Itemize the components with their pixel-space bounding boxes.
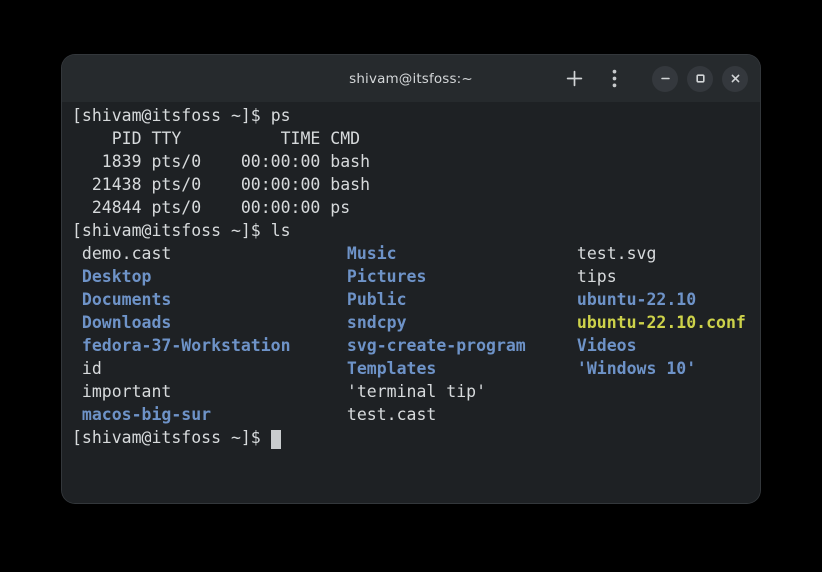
ls-entry: id <box>72 357 102 380</box>
ls-entry-name: Public <box>337 290 407 309</box>
ls-entry: Downloads <box>72 311 171 334</box>
ls-entry: svg-create-program <box>337 334 526 357</box>
ls-entry-name: ubuntu-22.10 <box>567 290 696 309</box>
terminal-output-line: 21438 pts/0 00:00:00 bash <box>72 173 370 196</box>
ls-entry-name: fedora-37-Workstation <box>72 336 291 355</box>
ls-entry: ubuntu-22.10 <box>567 288 696 311</box>
window-titlebar[interactable]: shivam@itsfoss:~ <box>62 55 760 102</box>
overflow-menu-button[interactable] <box>597 62 631 96</box>
command-text: ps <box>271 106 291 125</box>
ls-entry: Videos <box>567 334 637 357</box>
ls-entry: ubuntu-22.10.conf <box>567 311 746 334</box>
ls-entry: test.svg <box>567 242 656 265</box>
ls-entry: fedora-37-Workstation <box>72 334 291 357</box>
ls-entry: Desktop <box>72 265 151 288</box>
ls-entry-name: demo.cast <box>72 244 171 263</box>
close-icon <box>729 72 742 85</box>
titlebar-actions <box>557 55 748 102</box>
maximize-icon <box>694 72 707 85</box>
ls-entry-name: sndcpy <box>337 313 407 332</box>
new-tab-button[interactable] <box>557 62 591 96</box>
prompt-text: [shivam@itsfoss ~]$ <box>72 221 271 240</box>
ls-entry: 'terminal tip' <box>337 380 486 403</box>
terminal-prompt-line: [shivam@itsfoss ~]$ ls <box>72 219 291 242</box>
terminal-window: shivam@itsfoss:~ <box>62 55 760 503</box>
ls-entry-name: test.cast <box>337 405 436 424</box>
terminal-active-prompt-line[interactable]: [shivam@itsfoss ~]$ <box>72 426 281 449</box>
ls-entry-name: svg-create-program <box>337 336 526 355</box>
terminal-output-area[interactable]: [shivam@itsfoss ~]$ ps PID TTY TIME CMD … <box>62 102 760 503</box>
ls-entry: demo.cast <box>72 242 171 265</box>
close-button[interactable] <box>722 66 748 92</box>
screen: shivam@itsfoss:~ <box>0 0 822 572</box>
ls-entry: important <box>72 380 171 403</box>
ls-entry: 'Windows 10' <box>567 357 696 380</box>
ls-entry: Music <box>337 242 397 265</box>
minimize-icon <box>659 72 672 85</box>
prompt-text: [shivam@itsfoss ~]$ <box>72 428 271 447</box>
ls-entry-name: tips <box>567 267 617 286</box>
prompt-text: [shivam@itsfoss ~]$ <box>72 106 271 125</box>
ls-entry: Pictures <box>337 265 426 288</box>
ls-entry: macos-big-sur <box>72 403 211 426</box>
ls-entry: Documents <box>72 288 171 311</box>
maximize-button[interactable] <box>687 66 713 92</box>
ls-entry-name: Music <box>337 244 397 263</box>
ls-entry: sndcpy <box>337 311 407 334</box>
ls-entry: test.cast <box>337 403 436 426</box>
terminal-output-line: 24844 pts/0 00:00:00 ps <box>72 196 350 219</box>
ls-entry-name: Pictures <box>337 267 426 286</box>
ls-entry-name: macos-big-sur <box>72 405 211 424</box>
ls-entry: Public <box>337 288 407 311</box>
ls-entry-name: 'Windows 10' <box>567 359 696 378</box>
ls-entry-name: Videos <box>567 336 637 355</box>
ls-entry-name: Downloads <box>72 313 171 332</box>
terminal-output-line: PID TTY TIME CMD <box>72 127 360 150</box>
ls-entry-name: Desktop <box>72 267 151 286</box>
ls-entry-name: important <box>72 382 171 401</box>
plus-icon <box>566 70 583 87</box>
terminal-prompt-line: [shivam@itsfoss ~]$ ps <box>72 104 291 127</box>
kebab-menu-icon <box>612 69 617 88</box>
ls-entry: Templates <box>337 357 436 380</box>
ls-entry-name: test.svg <box>567 244 656 263</box>
terminal-output-line: 1839 pts/0 00:00:00 bash <box>72 150 370 173</box>
ls-entry-name: ubuntu-22.10.conf <box>567 313 746 332</box>
ls-entry-name: 'terminal tip' <box>337 382 486 401</box>
ls-entry-name: Documents <box>72 290 171 309</box>
ls-entry-name: id <box>72 359 102 378</box>
command-text: ls <box>271 221 291 240</box>
terminal-cursor[interactable] <box>271 428 281 447</box>
ls-entry: tips <box>567 265 617 288</box>
ls-entry-name: Templates <box>337 359 436 378</box>
minimize-button[interactable] <box>652 66 678 92</box>
